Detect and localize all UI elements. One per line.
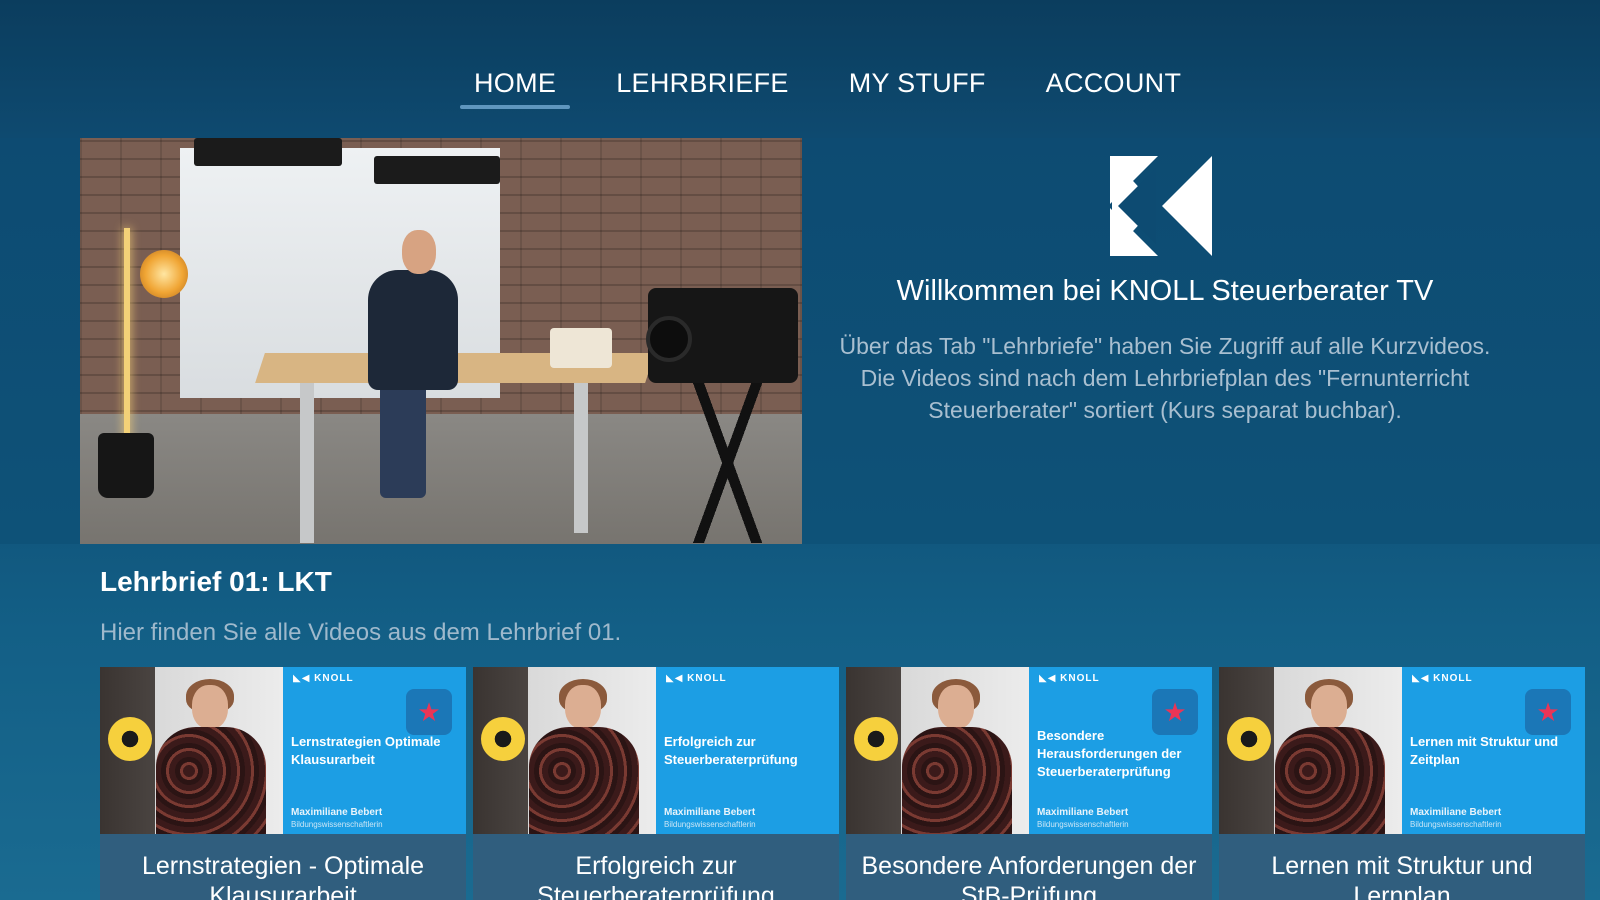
knoll-logo-icon: ◣◀ KNOLL [1412, 673, 1473, 684]
video-card[interactable]: ◣◀ KNOLL ★ Lernstrategien Optimale Klaus… [100, 667, 466, 900]
presenter-head [565, 685, 601, 729]
camera-tripod [680, 383, 780, 543]
presenter-head [402, 230, 436, 274]
presenter-body [902, 727, 1012, 834]
knoll-logo-icon: ◣◀ KNOLL [293, 673, 354, 684]
video-thumbnail: ◣◀ KNOLL ★ Lernstrategien Optimale Klaus… [100, 667, 466, 834]
ceiling-light [194, 138, 342, 166]
presenter-body [1275, 727, 1385, 834]
presenter-head [938, 685, 974, 729]
camera-lens [646, 316, 692, 362]
knoll-logo-icon: ◣◀ KNOLL [666, 673, 727, 684]
thumbnail-title: Lernen mit Struktur und Zeitplan [1410, 734, 1559, 767]
nav-tab-account[interactable]: ACCOUNT [1032, 68, 1196, 107]
nav-tabs: HOME LEHRBRIEFE MY STUFF ACCOUNT [460, 68, 1227, 109]
welcome-description: Über das Tab "Lehrbriefe" haben Sie Zugr… [839, 333, 1491, 423]
studio-lamp [481, 717, 525, 761]
hero-studio-image [80, 138, 802, 544]
presenter-body [156, 727, 266, 834]
thumbnail-author: Maximiliane Bebert [291, 807, 383, 818]
desk-leg [574, 383, 588, 533]
video-card[interactable]: ◣◀ KNOLL Erfolgreich zur Steuerberaterpr… [473, 667, 839, 900]
presenter-head [192, 685, 228, 729]
video-thumbnail: ◣◀ KNOLL Erfolgreich zur Steuerberaterpr… [473, 667, 839, 834]
presenter-body [529, 727, 639, 834]
nav-tab-lehrbriefe[interactable]: LEHRBRIEFE [602, 68, 803, 107]
thumbnail-info-panel: ◣◀ KNOLL ★ Besondere Herausforderungen d… [1029, 667, 1212, 834]
studio-lamp [108, 717, 152, 761]
studio-spotlight [140, 250, 188, 298]
thumbnail-info-panel: ◣◀ KNOLL ★ Lernstrategien Optimale Klaus… [283, 667, 466, 834]
floor-lamp [124, 228, 130, 448]
presenter [368, 270, 458, 390]
nav-tab-home[interactable]: HOME [460, 68, 571, 109]
studio-lamp [854, 717, 898, 761]
thumbnail-info-panel: ◣◀ KNOLL Erfolgreich zur Steuerberaterpr… [656, 667, 839, 834]
presenter-head [1311, 685, 1347, 729]
thumbnail-title: Besondere Herausforderungen der Steuerbe… [1037, 728, 1182, 779]
thumbnail-author-role: Bildungswissenschaftlerin [291, 820, 383, 829]
video-title: Besondere Anforderungen der StB-Prüfung [861, 852, 1197, 900]
star-icon[interactable]: ★ [1525, 689, 1571, 735]
desk-leg [300, 383, 314, 543]
thumbnail-title: Lernstrategien Optimale Klausurarbeit [291, 734, 441, 767]
welcome-title: Willkommen bei KNOLL Steuerberater TV [896, 275, 1434, 307]
presenter-legs [380, 378, 426, 498]
desk-device [550, 328, 612, 368]
video-title: Erfolgreich zur Steuerberaterprüfung [537, 852, 775, 900]
star-icon[interactable]: ★ [406, 689, 452, 735]
thumbnail-author: Maximiliane Bebert [1037, 807, 1129, 818]
video-title: Lernstrategien - Optimale Klausurarbeit [141, 852, 425, 900]
lamp-base [98, 433, 154, 498]
nav-tab-my-stuff[interactable]: MY STUFF [835, 68, 1000, 107]
hero-banner: Willkommen bei KNOLL Steuerberater TV Üb… [0, 138, 1600, 544]
thumbnail-author-role: Bildungswissenschaftlerin [1037, 820, 1129, 829]
thumbnail-author-role: Bildungswissenschaftlerin [664, 820, 756, 829]
top-navigation: HOME LEHRBRIEFE MY STUFF ACCOUNT [0, 0, 1600, 138]
thumbnail-author: Maximiliane Bebert [1410, 807, 1502, 818]
thumbnail-title: Erfolgreich zur Steuerberaterprüfung [664, 734, 798, 767]
video-thumbnail: ◣◀ KNOLL ★ Besondere Herausforderungen d… [846, 667, 1212, 834]
video-card[interactable]: ◣◀ KNOLL ★ Besondere Herausforderungen d… [846, 667, 1212, 900]
knoll-logo-icon [1110, 156, 1212, 256]
thumbnail-author: Maximiliane Bebert [664, 807, 756, 818]
thumbnail-info-panel: ◣◀ KNOLL ★ Lernen mit Struktur und Zeitp… [1402, 667, 1585, 834]
section-title: Lehrbrief 01: LKT [100, 566, 332, 597]
video-carousel: ◣◀ KNOLL ★ Lernstrategien Optimale Klaus… [100, 667, 1600, 900]
knoll-logo-icon: ◣◀ KNOLL [1039, 673, 1100, 684]
thumbnail-author-role: Bildungswissenschaftlerin [1410, 820, 1502, 829]
video-thumbnail: ◣◀ KNOLL ★ Lernen mit Struktur und Zeitp… [1219, 667, 1585, 834]
video-card[interactable]: ◣◀ KNOLL ★ Lernen mit Struktur und Zeitp… [1219, 667, 1585, 900]
section-subtitle: Hier finden Sie alle Videos aus dem Lehr… [100, 619, 622, 646]
studio-lamp [1227, 717, 1271, 761]
welcome-panel: Willkommen bei KNOLL Steuerberater TV Üb… [830, 138, 1500, 544]
video-title: Lernen mit Struktur und Lernplan [1271, 852, 1533, 900]
ceiling-light [374, 156, 500, 184]
